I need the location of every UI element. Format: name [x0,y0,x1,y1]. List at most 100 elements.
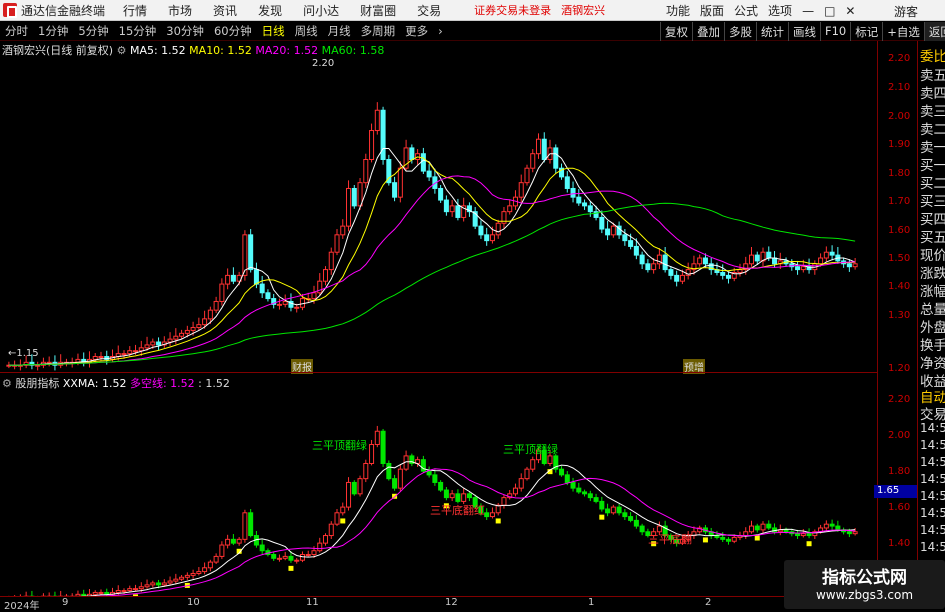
quote-row[interactable]: 净资 [920,352,945,372]
menu-item-ask[interactable]: 问小达 [303,2,339,19]
menu-item-news[interactable]: 资讯 [213,2,237,19]
kline-chart[interactable] [0,41,877,609]
close-icon[interactable]: ✕ [845,4,855,18]
tool-adjust[interactable]: 复权 [660,22,692,41]
candle-body [299,298,305,308]
candle-body [334,234,340,253]
tool-function[interactable]: 功能 [666,2,690,19]
quote-row[interactable]: 卖五 [920,64,945,84]
sub-candle-body [852,531,858,535]
tool-overlay[interactable]: 叠加 [692,22,724,41]
menu-item-wealth[interactable]: 财富圈 [360,2,396,19]
candle-body [766,251,772,259]
sub-candle-body [547,455,553,464]
trade-time: 14:56 [920,472,945,486]
candle-body [420,153,426,172]
candle-body [202,318,208,326]
candle-body [829,251,835,256]
quote-row[interactable]: 涨跌 [920,262,945,282]
sub-candle-body [760,523,766,531]
ma10-line [8,156,856,366]
gear-icon[interactable]: ⚙ [2,377,15,390]
tool-add-watch[interactable]: +自选 [882,22,924,41]
quote-row[interactable]: 买四 [920,208,945,228]
menu-item-market[interactable]: 行情 [123,2,147,19]
quote-row[interactable]: 卖三 [920,100,945,120]
pane-divider[interactable] [0,372,917,373]
menu-item-markets[interactable]: 市场 [168,2,192,19]
sub-candle-body [806,533,812,537]
period-multi[interactable]: 多周期 [361,23,396,39]
main-chart-header: 酒钢宏兴(日线 前复权) ⚙ MA5: 1.52 MA10: 1.52 MA20… [2,42,384,58]
tool-multi[interactable]: 多股 [724,22,756,41]
gear-icon[interactable]: ⚙ [117,44,130,57]
sub-candle-body [184,574,190,578]
sub-candle-body [380,430,386,464]
candle-body [225,274,231,285]
sub-candle-body [846,531,852,535]
menu-item-discover[interactable]: 发现 [258,2,282,19]
trade-time: 14:56 [920,506,945,520]
login-notice[interactable]: 证券交易未登录 [474,2,551,18]
sub-candle-body [800,533,806,537]
tool-formula[interactable]: 公式 [734,2,758,19]
period-1min[interactable]: 1分钟 [38,23,68,39]
quote-row[interactable]: 涨幅 [920,280,945,300]
tool-stats[interactable]: 统计 [756,22,788,41]
quote-row[interactable]: 买五 [920,226,945,246]
sub-candle-body [121,590,127,593]
minimize-icon[interactable]: — [802,4,814,18]
sub-candle-body [835,525,841,531]
price-axis[interactable]: 2.20 2.10 2.00 1.90 1.80 1.70 1.60 1.50 … [877,41,917,609]
sub-candle-body [299,554,305,561]
sub-candle-body [207,561,213,569]
quote-row[interactable]: 卖四 [920,82,945,102]
sub-candle-body [190,572,196,576]
quote-row[interactable]: 买二 [920,172,945,192]
period-30min[interactable]: 30分钟 [166,23,204,39]
quote-row[interactable]: 卖二 [920,118,945,138]
quote-row[interactable]: 买三 [920,190,945,210]
period-weekly[interactable]: 周线 [295,23,318,39]
quote-row[interactable]: 委比 [920,45,945,65]
candle-body [725,274,731,279]
period-more[interactable]: 更多 [405,23,428,39]
period-60min[interactable]: 60分钟 [214,23,252,39]
quote-row[interactable]: 总量 [920,298,945,318]
trade-row[interactable]: 交易 [920,403,945,423]
chevron-right-icon[interactable]: › [438,24,443,38]
candle-body [438,187,444,201]
period-15min[interactable]: 15分钟 [119,23,157,39]
sub-candle-body [242,512,248,540]
sub-candle-body [363,462,369,480]
maximize-icon[interactable]: □ [824,4,835,18]
sub-candle-body [133,588,139,591]
period-intraday[interactable]: 分时 [5,23,28,39]
period-monthly[interactable]: 月线 [328,23,351,39]
quote-row[interactable]: 卖一 [920,136,945,156]
quote-row[interactable]: 买一 [920,154,945,174]
tool-draw[interactable]: 画线 [788,22,820,41]
menu-item-trade[interactable]: 交易 [417,2,441,19]
tool-options[interactable]: 选项 [768,2,792,19]
candle-body [484,234,490,242]
period-5min[interactable]: 5分钟 [78,23,108,39]
period-daily[interactable]: 日线 [262,23,285,39]
tool-layout[interactable]: 版面 [700,2,724,19]
sub-candle-body [587,493,593,499]
guest-login[interactable]: 游客 [894,3,918,20]
candle-body [702,257,708,265]
quote-row[interactable]: 换手 [920,334,945,354]
candle-body [357,182,363,207]
date-tick: 11 [306,597,319,608]
quote-row[interactable]: 外盘 [920,316,945,336]
sub-candle-body [628,516,634,521]
tool-back[interactable]: 返回 [923,22,945,41]
candle-body [524,167,530,184]
tool-f10[interactable]: F10 [820,22,850,41]
tool-mark[interactable]: 标记 [850,22,882,41]
candle-body [605,228,611,236]
sub-candle-body [564,474,570,483]
main-menu: 行情 市场 资讯 发现 问小达 财富圈 交易 [123,2,462,19]
quote-row[interactable]: 现价 [920,244,945,264]
